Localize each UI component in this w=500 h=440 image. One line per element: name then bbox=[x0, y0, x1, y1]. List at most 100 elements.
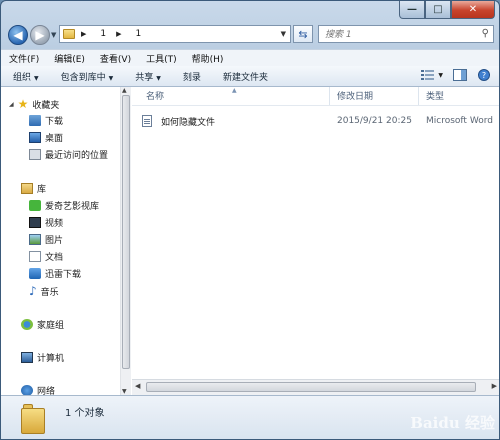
item-count: 1 个对象 bbox=[65, 408, 105, 419]
column-divider[interactable] bbox=[329, 87, 330, 105]
back-button[interactable]: ◀ bbox=[8, 25, 28, 45]
menu-help[interactable]: 帮助(H) bbox=[184, 50, 231, 66]
refresh-button[interactable]: ⇆ bbox=[293, 25, 313, 43]
menu-file[interactable]: 文件(F) bbox=[1, 50, 46, 66]
document-icon bbox=[29, 251, 41, 262]
search-box[interactable]: ⚲ bbox=[318, 25, 494, 43]
scrollbar-thumb[interactable] bbox=[122, 95, 130, 369]
scroll-left-icon[interactable]: ◀ bbox=[135, 382, 140, 390]
breadcrumb-segment[interactable]: 1 bbox=[136, 29, 142, 39]
back-arrow-icon: ◀ bbox=[13, 28, 23, 42]
window-controls: — □ ✕ bbox=[399, 1, 495, 19]
scroll-down-icon[interactable]: ▼ bbox=[122, 388, 127, 395]
maximize-button[interactable]: □ bbox=[425, 1, 451, 19]
nav-item-label: 爱奇艺影视库 bbox=[45, 202, 100, 212]
share-button[interactable]: 共享 ▼ bbox=[135, 70, 161, 83]
breadcrumb-segment-arrow[interactable]: ▶ bbox=[112, 30, 129, 38]
nav-item-recent-places[interactable]: 最近访问的位置 bbox=[29, 148, 108, 161]
help-icon[interactable]: ? bbox=[477, 69, 491, 81]
view-dropdown-icon[interactable]: ▼ bbox=[438, 72, 443, 79]
nav-vertical-scrollbar[interactable]: ▲ ▼ bbox=[120, 87, 131, 395]
horizontal-scrollbar[interactable]: ◀ ▶ bbox=[132, 379, 499, 395]
nav-item-label: 视频 bbox=[45, 219, 64, 229]
file-row[interactable]: 如何隐藏文件 2015/9/21 20:25 Microsoft Word bbox=[142, 113, 499, 129]
nav-item-label: 图片 bbox=[45, 236, 64, 246]
explorer-window: — □ ✕ ◀ ▶ ▼ ▶ 1 ▶ 1 ▼ ⇆ ⚲ 文件(F) 编辑(E) 查看… bbox=[0, 0, 500, 440]
nav-item-videos[interactable]: 视频 bbox=[29, 216, 63, 229]
computer-icon bbox=[21, 352, 33, 363]
nav-homegroup[interactable]: 家庭组 bbox=[21, 318, 64, 331]
nav-item-label: 文档 bbox=[45, 253, 64, 263]
library-icon bbox=[21, 183, 33, 194]
organize-button[interactable]: 组织 ▼ bbox=[13, 70, 39, 83]
homegroup-icon bbox=[21, 319, 33, 330]
recent-pages-dropdown-icon[interactable]: ▼ bbox=[51, 31, 56, 39]
sort-indicator-icon: ▲ bbox=[232, 87, 237, 94]
svg-text:?: ? bbox=[482, 71, 486, 80]
command-bar: 组织 ▼ 包含到库中 ▼ 共享 ▼ 刻录 新建文件夹 ▼ ? bbox=[1, 66, 499, 87]
folder-body bbox=[21, 408, 45, 434]
chevron-right-icon: ▶ bbox=[81, 30, 87, 38]
content-area: ◢ ★ 收藏夹 下载 桌面 最近访问的位置 库 爱奇艺影视库 视频 图片 文档 … bbox=[1, 87, 499, 397]
search-input[interactable] bbox=[323, 27, 477, 43]
nav-computer[interactable]: 计算机 bbox=[21, 351, 64, 364]
column-divider[interactable] bbox=[418, 87, 419, 105]
new-folder-button[interactable]: 新建文件夹 bbox=[223, 70, 268, 83]
nav-libraries[interactable]: 库 bbox=[21, 182, 46, 195]
nav-item-pictures[interactable]: 图片 bbox=[29, 233, 63, 246]
nav-item-label: 桌面 bbox=[45, 134, 64, 144]
folder-icon bbox=[63, 29, 75, 39]
forward-button[interactable]: ▶ bbox=[30, 25, 50, 45]
nav-computer-label: 计算机 bbox=[37, 354, 65, 364]
menu-edit[interactable]: 编辑(E) bbox=[46, 50, 92, 66]
scroll-up-icon[interactable]: ▲ bbox=[122, 87, 127, 94]
video-icon bbox=[29, 217, 41, 228]
view-options-icon[interactable] bbox=[421, 69, 435, 81]
column-header-name[interactable]: 名称 bbox=[146, 89, 164, 102]
nav-libraries-label: 库 bbox=[37, 185, 47, 195]
preview-pane-icon[interactable] bbox=[453, 69, 467, 81]
scrollbar-thumb[interactable] bbox=[146, 382, 476, 392]
forward-arrow-icon: ▶ bbox=[35, 28, 45, 42]
breadcrumb-label: 1 bbox=[100, 29, 107, 39]
title-bar: — □ ✕ bbox=[1, 1, 499, 21]
include-in-library-button[interactable]: 包含到库中 ▼ bbox=[61, 70, 114, 83]
breadcrumb-root-arrow[interactable]: ▶ bbox=[81, 30, 94, 38]
xunlei-icon bbox=[29, 268, 41, 279]
nav-item-downloads[interactable]: 下载 bbox=[29, 114, 63, 127]
downloads-icon bbox=[29, 115, 41, 126]
chevron-down-icon: ▼ bbox=[34, 74, 39, 82]
nav-item-music[interactable]: ♪ 音乐 bbox=[29, 284, 59, 298]
recent-places-icon bbox=[29, 149, 41, 160]
nav-item-iqiyi-library[interactable]: 爱奇艺影视库 bbox=[29, 199, 99, 212]
star-icon: ★ bbox=[17, 97, 29, 111]
expand-arrow-icon[interactable]: ◢ bbox=[9, 101, 14, 108]
breadcrumb-segment[interactable]: 1 bbox=[100, 29, 106, 39]
address-bar[interactable]: ▶ 1 ▶ 1 ▼ bbox=[59, 25, 291, 43]
details-pane: 1 个对象 Baidu 经验 bbox=[1, 395, 499, 439]
minimize-button[interactable]: — bbox=[399, 1, 425, 19]
nav-item-desktop[interactable]: 桌面 bbox=[29, 131, 63, 144]
address-history-dropdown-icon[interactable]: ▼ bbox=[281, 30, 286, 38]
file-name: 如何隐藏文件 bbox=[161, 117, 216, 128]
nav-item-documents[interactable]: 文档 bbox=[29, 250, 63, 263]
nav-favorites[interactable]: ◢ ★ 收藏夹 bbox=[9, 97, 59, 111]
nav-item-label: 下载 bbox=[45, 117, 64, 127]
header-divider bbox=[132, 105, 499, 106]
scroll-right-icon[interactable]: ▶ bbox=[492, 382, 497, 390]
share-label: 共享 bbox=[135, 72, 154, 83]
view-controls: ▼ ? bbox=[411, 69, 491, 81]
search-icon[interactable]: ⚲ bbox=[482, 28, 489, 39]
menu-view[interactable]: 查看(V) bbox=[92, 50, 138, 66]
burn-button[interactable]: 刻录 bbox=[183, 70, 201, 83]
iqiyi-icon bbox=[29, 200, 41, 211]
nav-item-label: 音乐 bbox=[40, 287, 59, 298]
menu-tools[interactable]: 工具(T) bbox=[138, 50, 184, 66]
close-button[interactable]: ✕ bbox=[451, 1, 495, 19]
nav-item-xunlei-downloads[interactable]: 迅雷下载 bbox=[29, 267, 81, 280]
watermark: Baidu 经验 bbox=[410, 414, 495, 432]
include-in-library-label: 包含到库中 bbox=[60, 72, 106, 83]
column-header-modified[interactable]: 修改日期 bbox=[337, 89, 373, 102]
column-header-type[interactable]: 类型 bbox=[426, 89, 444, 102]
nav-favorites-label: 收藏夹 bbox=[32, 100, 60, 111]
